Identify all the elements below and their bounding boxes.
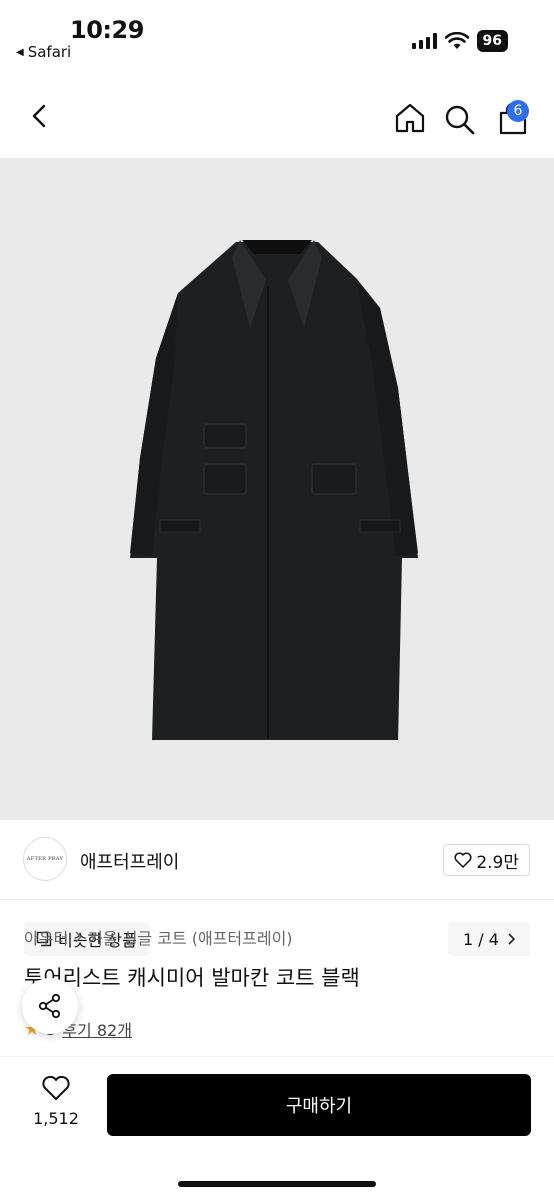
wishlist-button[interactable]: 1,512 [26,1075,86,1128]
brand-like-button[interactable]: 2.9만 [443,844,530,876]
breadcrumb: 아우터 겨울 싱글 코트 (애프터프레이) [24,925,293,949]
breadcrumb-item[interactable]: 아우터 [24,925,68,949]
brand-logo[interactable]: AFTER PRAY [23,837,67,881]
chevron-right-icon [75,931,83,943]
buy-button[interactable]: 구매하기 [107,1074,531,1136]
product-image-gallery[interactable]: 비슷한 상품 1 / 4 [0,158,554,956]
status-time: 10:29 [70,16,144,44]
breadcrumb-item[interactable]: 겨울 싱글 코트 (애프터프레이) [88,925,292,949]
product-title: 투어리스트 캐시미어 발마칸 코트 블랙 [24,966,360,990]
home-icon[interactable] [394,102,426,134]
image-pager-button[interactable]: 1 / 4 [448,922,530,956]
share-icon [38,993,61,1019]
battery-indicator: 96 [476,30,508,52]
bottom-purchase-bar: 1,512 구매하기 [0,1056,554,1200]
back-arrow-icon[interactable] [26,102,54,130]
brand-row[interactable]: AFTER PRAY 애프터프레이 2.9만 [0,820,554,900]
heart-icon [454,852,472,868]
cart-count-badge: 6 [507,100,529,122]
brand-name[interactable]: 애프터프레이 [80,848,179,874]
home-indicator [178,1181,376,1187]
nav-bar [0,72,554,158]
cellular-signal-icon [411,33,437,49]
search-icon[interactable] [444,104,476,136]
wishlist-count: 1,512 [33,1109,79,1128]
chevron-right-icon [508,933,515,945]
wifi-icon [444,32,469,49]
back-triangle-icon: ◀ [16,46,24,58]
status-bar: 10:29 ◀ Safari 96 [0,0,554,72]
heart-icon [42,1075,70,1100]
coat-product-image [130,240,418,743]
share-button[interactable] [22,978,78,1034]
image-pager-label: 1 / 4 [463,929,499,949]
status-indicators: 96 [411,30,508,52]
back-to-app-link[interactable]: ◀ Safari [16,43,71,61]
brand-like-count: 2.9만 [476,852,519,873]
back-app-label: Safari [27,43,72,61]
